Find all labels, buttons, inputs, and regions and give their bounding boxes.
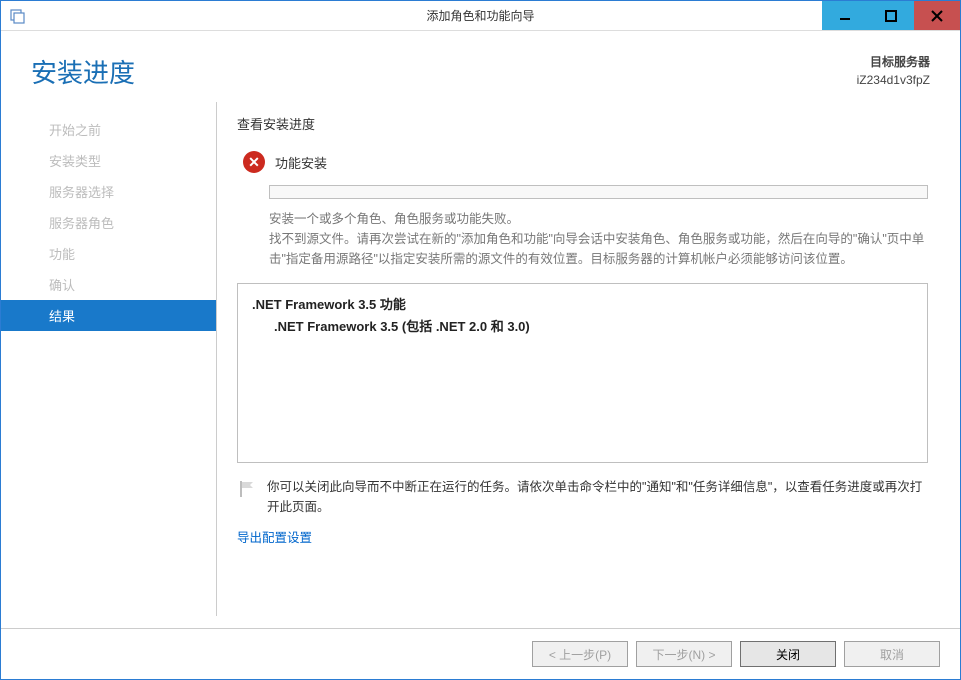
page-title: 安装进度 [31, 53, 135, 90]
sidebar-item-results[interactable]: 结果 [1, 300, 216, 331]
header-area: 安装进度 目标服务器 iZ234d1v3fpZ [1, 31, 960, 102]
sidebar-item-confirmation: 确认 [1, 269, 216, 300]
sidebar-item-install-type: 安装类型 [1, 145, 216, 176]
export-config-link[interactable]: 导出配置设置 [237, 527, 928, 546]
maximize-button[interactable] [868, 1, 914, 30]
result-panel: .NET Framework 3.5 功能 .NET Framework 3.5… [237, 283, 928, 463]
note-text: 你可以关闭此向导而不中断正在运行的任务。请依次单击命令栏中的"通知"和"任务详细… [267, 477, 928, 517]
sidebar-item-before-begin: 开始之前 [1, 114, 216, 145]
wizard-window: 添加角色和功能向导 安装进度 目标服务器 iZ234d1v3fpZ 开始之前 安… [0, 0, 961, 680]
error-summary: 安装一个或多个角色、角色服务或功能失败。 [269, 209, 928, 229]
close-button[interactable]: 关闭 [740, 641, 836, 667]
sidebar-item-features: 功能 [1, 238, 216, 269]
target-server-name: iZ234d1v3fpZ [857, 71, 930, 89]
window-controls [822, 1, 960, 30]
error-detail: 找不到源文件。请再次尝试在新的"添加角色和功能"向导会话中安装角色、角色服务或功… [269, 232, 924, 266]
titlebar: 添加角色和功能向导 [1, 1, 960, 31]
section-title: 查看安装进度 [237, 114, 928, 133]
minimize-button[interactable] [822, 1, 868, 30]
prev-button: < 上一步(P) [532, 641, 628, 667]
sidebar-item-server-roles: 服务器角色 [1, 207, 216, 238]
error-message: 安装一个或多个角色、角色服务或功能失败。 找不到源文件。请再次尝试在新的"添加角… [269, 209, 928, 269]
result-feature-item: .NET Framework 3.5 (包括 .NET 2.0 和 3.0) [252, 316, 913, 338]
progress-bar [269, 185, 928, 199]
cancel-button: 取消 [844, 641, 940, 667]
window-title: 添加角色和功能向导 [426, 7, 534, 24]
result-feature-group: .NET Framework 3.5 功能 [252, 294, 913, 316]
sidebar-item-server-selection: 服务器选择 [1, 176, 216, 207]
next-button: 下一步(N) > [636, 641, 732, 667]
note-row: 你可以关闭此向导而不中断正在运行的任务。请依次单击命令栏中的"通知"和"任务详细… [237, 477, 928, 517]
app-icon [7, 6, 27, 26]
flag-icon [237, 479, 257, 499]
footer: < 上一步(P) 下一步(N) > 关闭 取消 [1, 628, 960, 679]
status-text: 功能安装 [275, 153, 327, 172]
main-content: 查看安装进度 ✕ 功能安装 安装一个或多个角色、角色服务或功能失败。 找不到源文… [227, 102, 950, 628]
close-window-button[interactable] [914, 1, 960, 30]
error-icon: ✕ [243, 151, 265, 173]
target-server-label: 目标服务器 [857, 53, 930, 71]
sidebar: 开始之前 安装类型 服务器选择 服务器角色 功能 确认 结果 [1, 102, 216, 628]
vertical-divider [216, 102, 217, 616]
body-area: 开始之前 安装类型 服务器选择 服务器角色 功能 确认 结果 查看安装进度 ✕ … [1, 102, 960, 628]
status-row: ✕ 功能安装 [243, 151, 928, 173]
target-server-info: 目标服务器 iZ234d1v3fpZ [857, 53, 930, 89]
